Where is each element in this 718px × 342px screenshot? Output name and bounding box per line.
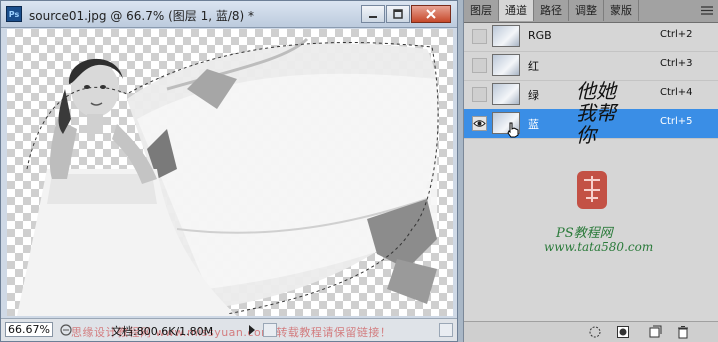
document-titlebar[interactable]: Ps source01.jpg @ 66.7% (图层 1, 蓝/8) *: [1, 1, 457, 28]
tab-adjustments[interactable]: 调整: [569, 0, 604, 21]
visibility-toggle[interactable]: [472, 116, 487, 131]
channel-shortcut: Ctrl+5: [660, 116, 693, 127]
visibility-toggle[interactable]: [472, 29, 487, 44]
new-channel-icon[interactable]: [648, 325, 662, 339]
channel-row-red[interactable]: 红 Ctrl+3: [464, 51, 718, 81]
image-canvas[interactable]: [7, 29, 453, 316]
panel-menu-icon[interactable]: [699, 4, 715, 17]
scroll-right-button[interactable]: [439, 323, 453, 337]
photoshop-icon: Ps: [6, 6, 22, 22]
window-controls: [360, 5, 451, 23]
scroll-left-button[interactable]: [263, 323, 277, 337]
channel-name: 蓝: [528, 118, 539, 131]
visibility-toggle[interactable]: [472, 58, 487, 73]
eye-icon: [473, 120, 486, 127]
zoom-level-field[interactable]: 66.67%: [5, 322, 53, 337]
document-title: source01.jpg @ 66.7% (图层 1, 蓝/8) *: [29, 9, 255, 23]
channel-row-rgb[interactable]: RGB Ctrl+2: [464, 22, 718, 52]
site-name: PS教程网: [556, 226, 613, 241]
channel-thumbnail: [492, 25, 520, 47]
bride-photo-illustration: [17, 37, 439, 316]
channel-name: RGB: [528, 29, 552, 42]
channel-shortcut: Ctrl+2: [660, 29, 693, 40]
channel-thumbnail: [492, 54, 520, 76]
channel-shortcut: Ctrl+4: [660, 87, 693, 98]
channels-panel: 图层 通道 路径 调整 蒙版 RGB Ctrl+2 红 Ctrl+3 绿 Ctr…: [463, 0, 718, 342]
tab-paths[interactable]: 路径: [534, 0, 569, 21]
close-icon: [426, 9, 436, 19]
document-size-info: 文档:800.6K/1.80M: [111, 325, 214, 338]
minimize-button[interactable]: [361, 5, 385, 23]
red-seal-stamp-icon: [577, 171, 607, 209]
document-window: Ps source01.jpg @ 66.7% (图层 1, 蓝/8) * 66…: [0, 0, 458, 342]
status-bar: 66.67% 思缘设计教程网 www.missyuan.com 转载教程请保留链…: [1, 318, 457, 341]
status-menu-arrow-icon[interactable]: [247, 324, 257, 336]
tab-layers[interactable]: 图层: [464, 0, 499, 21]
hand-cursor-icon: [507, 122, 519, 138]
site-url: www.tata580.com: [544, 240, 654, 254]
maximize-icon: [393, 9, 403, 19]
channel-name: 红: [528, 60, 539, 73]
tab-masks[interactable]: 蒙版: [604, 0, 639, 21]
panel-bottom-toolbar: [464, 321, 718, 342]
save-selection-icon[interactable]: [616, 325, 630, 339]
visibility-toggle[interactable]: [472, 87, 487, 102]
load-selection-icon[interactable]: [588, 325, 602, 339]
maximize-button[interactable]: [386, 5, 410, 23]
minimize-icon: [369, 16, 377, 18]
channel-shortcut: Ctrl+3: [660, 58, 693, 69]
tab-channels[interactable]: 通道: [499, 0, 534, 21]
close-button[interactable]: [411, 5, 451, 23]
trash-icon[interactable]: [676, 325, 690, 339]
channel-name: 绿: [528, 89, 539, 102]
panel-tabs: 图层 通道 路径 调整 蒙版: [464, 0, 718, 23]
calligraphy-text: 他她我帮你: [576, 79, 616, 147]
channel-thumbnail: [492, 83, 520, 105]
